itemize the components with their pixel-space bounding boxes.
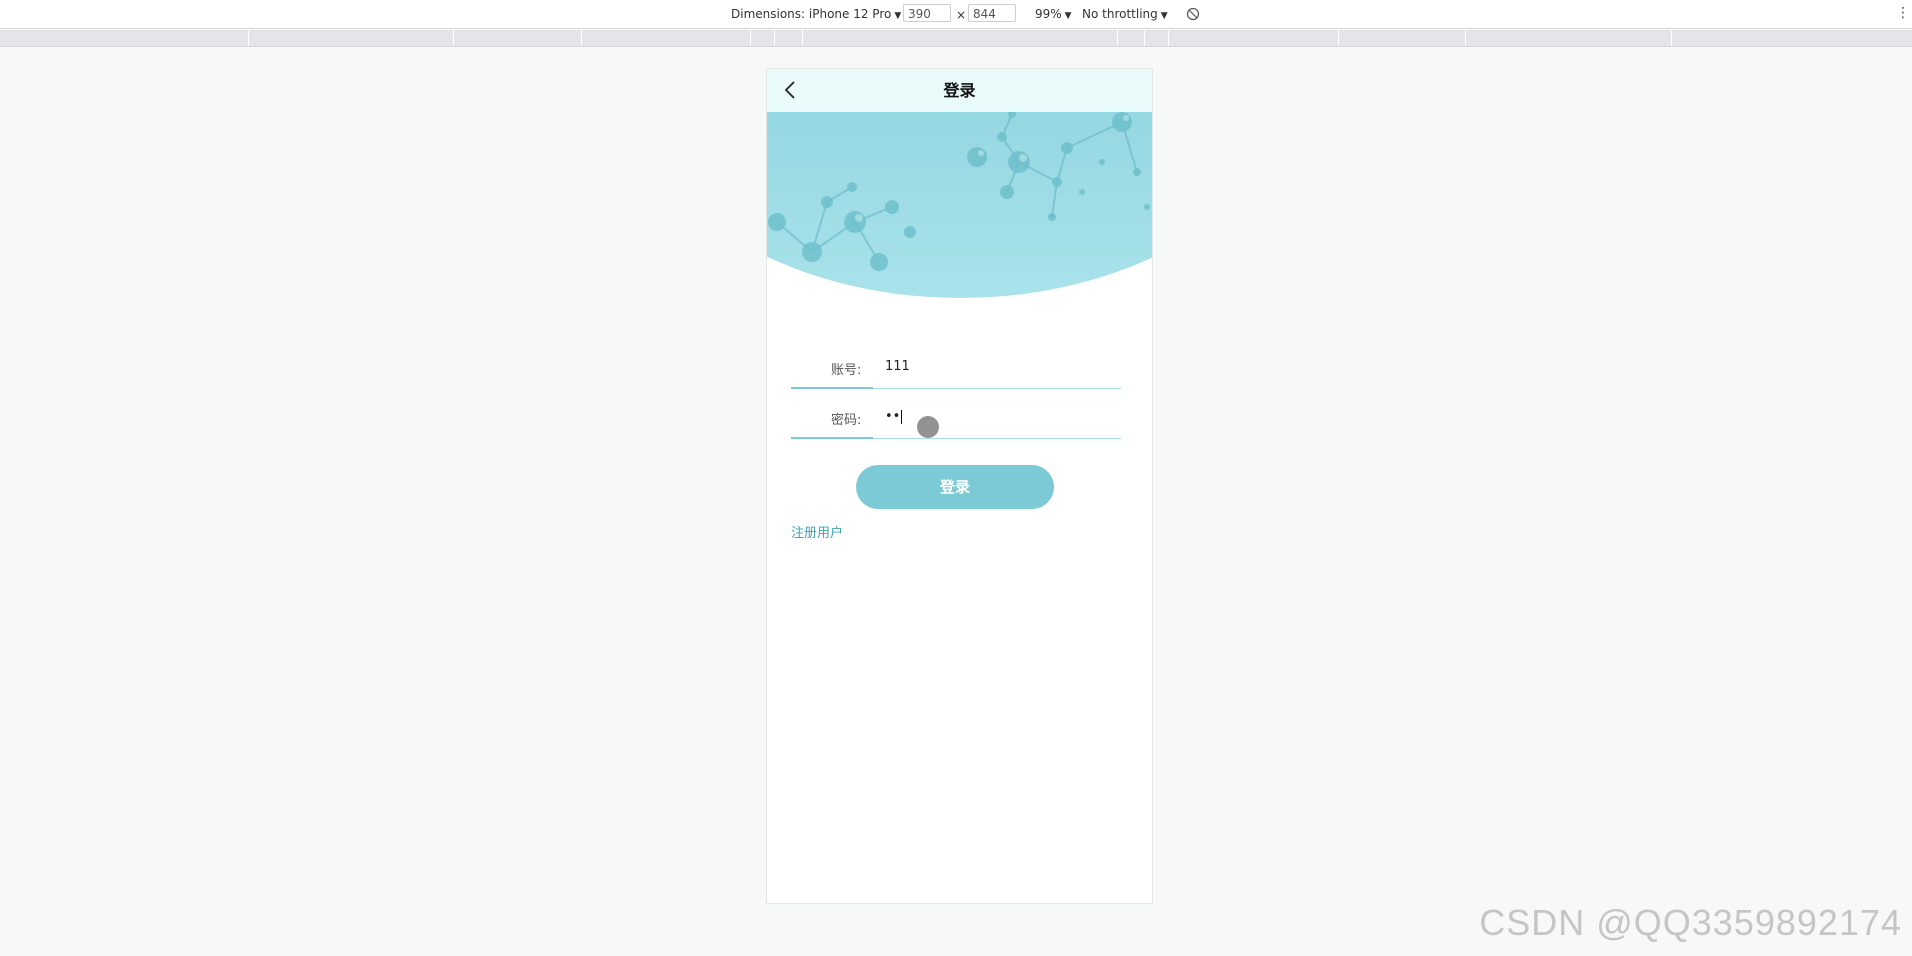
- devtools-toolbar: Dimensions: iPhone 12 Pro ▼ 390 × 844 99%…: [0, 0, 1912, 29]
- account-label: 账号:: [831, 363, 862, 378]
- page-title: 登录: [943, 81, 976, 100]
- caret-down-icon: ▼: [1160, 11, 1168, 21]
- height-input[interactable]: 844: [968, 4, 1016, 22]
- width-input[interactable]: 390: [903, 4, 951, 22]
- more-options-icon[interactable]: ⋮: [1896, 5, 1910, 23]
- throttling-dropdown[interactable]: No throttling ▼: [1082, 5, 1168, 23]
- media-query-ruler: [0, 30, 1912, 47]
- touch-emulation-cursor: [917, 416, 939, 438]
- password-field[interactable]: 密码: ••: [791, 389, 1121, 439]
- register-link[interactable]: 注册用户: [791, 522, 843, 541]
- throttling-label: No throttling: [1082, 7, 1158, 21]
- device-dimensions-label: Dimensions: iPhone 12 Pro: [731, 7, 892, 21]
- account-input[interactable]: 111: [885, 359, 910, 374]
- password-underline-accent: [791, 437, 873, 439]
- caret-down-icon: ▼: [1064, 11, 1072, 21]
- password-dots: ••: [885, 409, 901, 424]
- account-field[interactable]: 账号: 111: [791, 339, 1121, 389]
- molecule-illustration: [768, 112, 1150, 271]
- header-banner: [767, 112, 1152, 300]
- password-input[interactable]: ••: [885, 409, 903, 424]
- caret-down-icon: ▼: [894, 11, 902, 21]
- text-caret: [901, 409, 903, 424]
- login-button[interactable]: 登录: [856, 465, 1054, 509]
- zoom-dropdown[interactable]: 99% ▼: [1035, 5, 1072, 23]
- password-label: 密码:: [831, 413, 862, 428]
- times-sign: ×: [956, 8, 967, 22]
- watermark: CSDN @QQ3359892174: [1479, 902, 1902, 943]
- rotate-icon[interactable]: [1186, 7, 1200, 21]
- phone-viewport: 登录 账号: 111 密码: •• 登录 注册用户: [766, 68, 1153, 904]
- navbar: 登录: [767, 69, 1152, 112]
- device-dimensions-dropdown[interactable]: Dimensions: iPhone 12 Pro ▼: [731, 5, 901, 23]
- login-form: 账号: 111 密码: ••: [791, 339, 1121, 439]
- zoom-label: 99%: [1035, 7, 1062, 21]
